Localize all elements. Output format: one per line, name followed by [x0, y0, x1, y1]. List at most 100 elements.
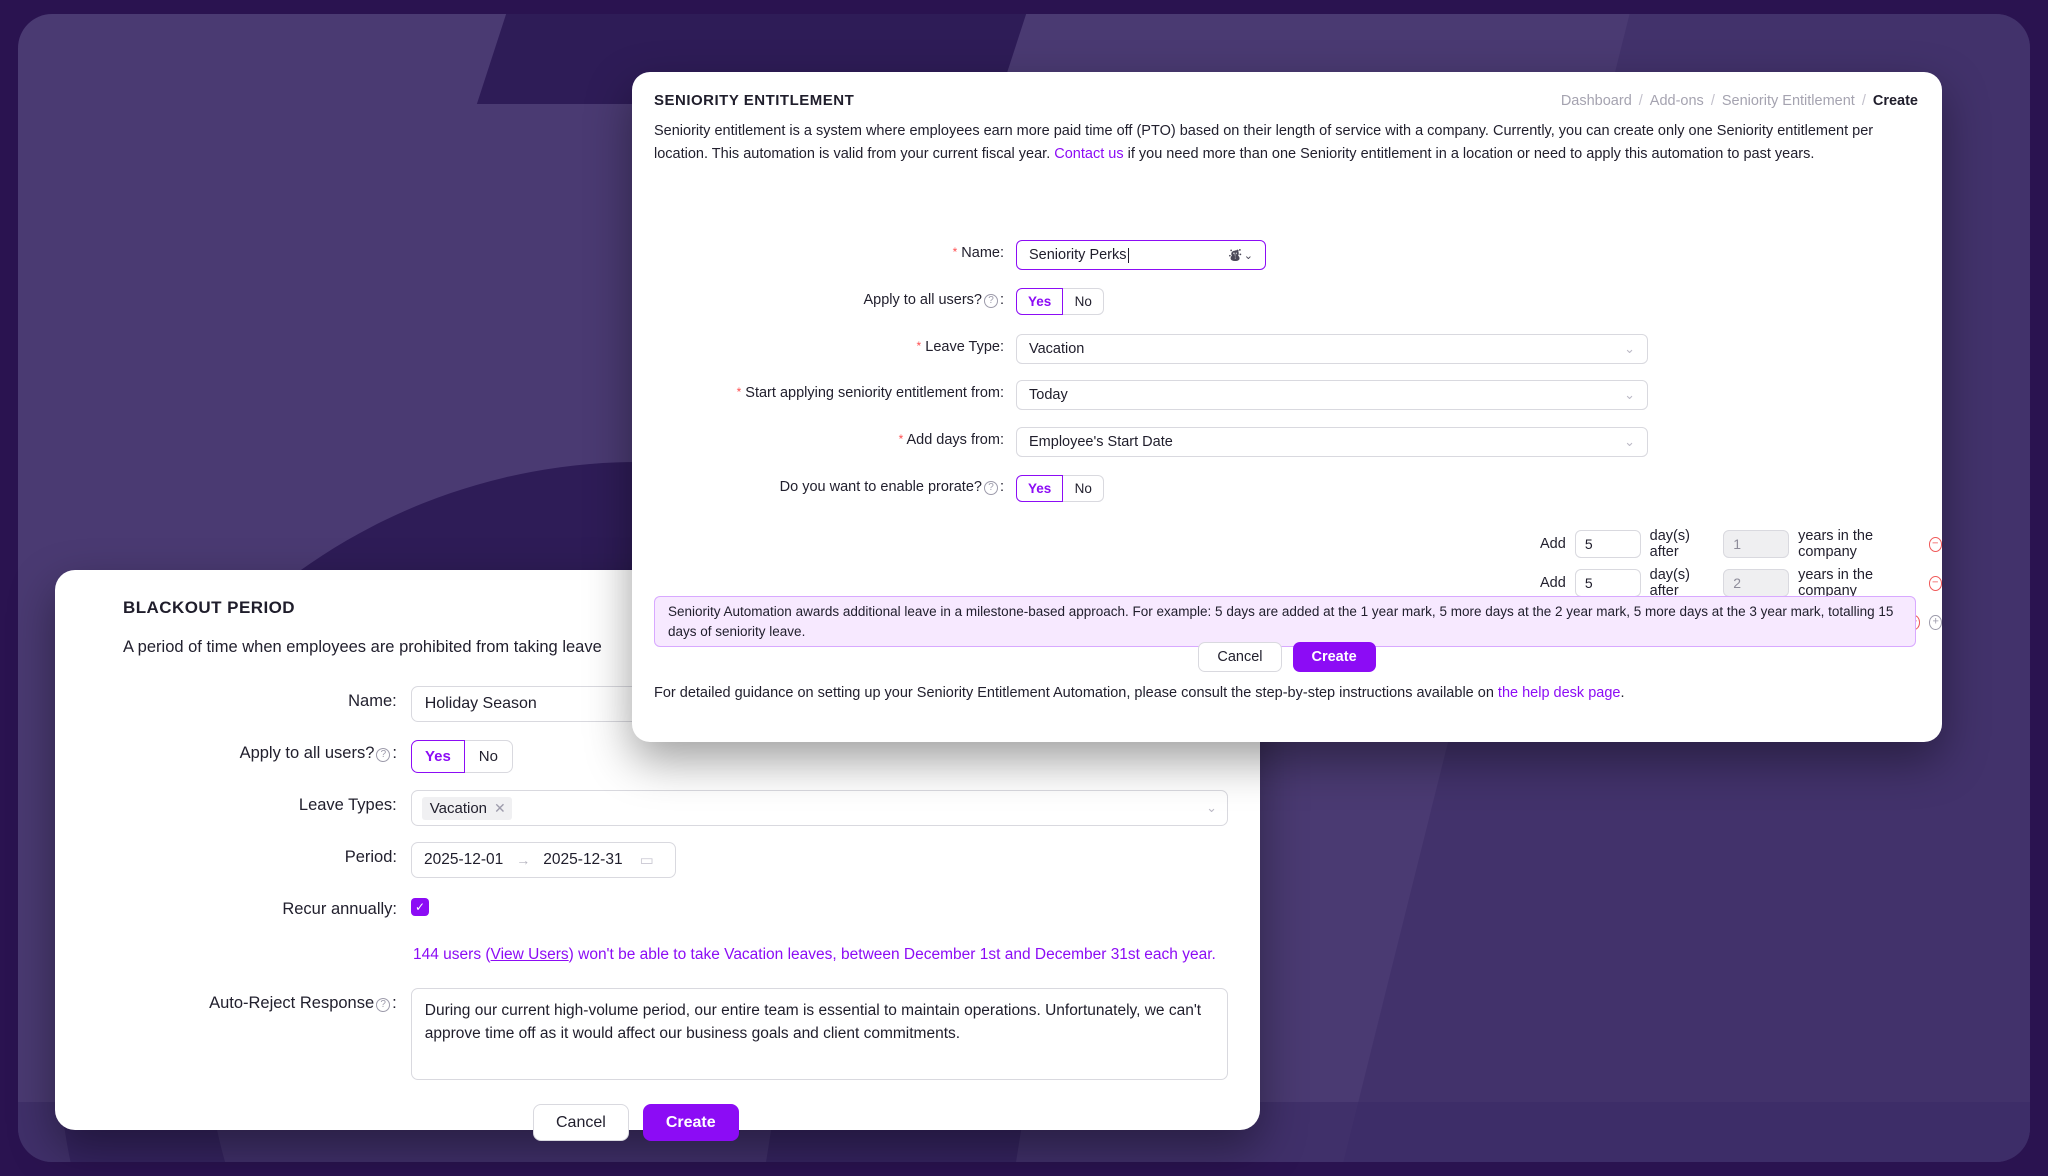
blackout-period-colon: : [392, 848, 397, 866]
blackout-period-label: Period [344, 848, 393, 866]
blackout-apply-all-row: Apply to all users??: Yes No [123, 738, 1228, 773]
seniority-start-from-select[interactable]: Today ⌄ [1016, 380, 1648, 410]
required-asterisk: * [952, 245, 958, 259]
blackout-recur-row: Recur annually: ✓ [123, 894, 1228, 919]
seniority-start-from-label: Start applying seniority entitlement fro… [745, 385, 1000, 401]
seniority-apply-all-yes[interactable]: Yes [1016, 288, 1064, 315]
auto-reject-response-textarea[interactable]: During our current high-volume period, o… [410, 988, 1228, 1080]
seniority-name-row: * Name: Seniority Perks ⛇ ⌄ [654, 240, 1916, 270]
seniority-card-title: SENIORITY ENTITLEMENT [654, 92, 855, 109]
close-icon[interactable]: ✕ [494, 800, 506, 817]
blackout-period-daterange[interactable]: 2025-12-01 → 2025-12-31 ▭ [411, 842, 676, 878]
seniority-name-value: Seniority Perks [1029, 247, 1127, 263]
seniority-leave-type-select[interactable]: Vacation ⌄ [1016, 334, 1648, 364]
breadcrumb-separator: / [1710, 93, 1715, 109]
seniority-leave-type-colon: : [999, 339, 1004, 355]
seniority-footer-part2: . [1620, 685, 1625, 701]
breadcrumb-seniority-entitlement[interactable]: Seniority Entitlement [1722, 93, 1855, 109]
breadcrumb-add-ons[interactable]: Add-ons [1650, 93, 1704, 109]
blackout-cancel-button[interactable]: Cancel [533, 1104, 629, 1141]
seniority-create-button[interactable]: Create [1292, 642, 1376, 672]
user-circle-icon[interactable]: ⛇ ⌄ [1229, 246, 1253, 265]
blackout-name-label: Name [348, 692, 393, 710]
chevron-down-icon[interactable]: ⌄ [1624, 434, 1635, 450]
seniority-add-days-from-value: Employee's Start Date [1029, 434, 1173, 450]
contact-us-link[interactable]: Contact us [1054, 146, 1123, 162]
recur-annually-checkbox[interactable]: ✓ [411, 898, 429, 916]
required-asterisk: * [916, 339, 922, 353]
milestone-days-input[interactable]: 5 [1574, 530, 1641, 558]
seniority-apply-all-no[interactable]: No [1063, 288, 1105, 315]
required-asterisk: * [736, 385, 742, 399]
seniority-footer-part1: For detailed guidance on setting up your… [654, 685, 1498, 701]
blackout-auto-reject-row: Auto-Reject Response?: During our curren… [123, 988, 1228, 1080]
seniority-leave-type-label: Leave Type [925, 339, 1000, 355]
notice-paren-close: ) [568, 946, 579, 963]
blackout-leave-types-row: Leave Types: Vacation ✕ ⌄ [123, 790, 1228, 826]
seniority-start-from-row: * Start applying seniority entitlement f… [654, 380, 1916, 410]
milestone-years-input: 1 [1723, 530, 1790, 558]
minus-circle-icon[interactable]: − [1928, 575, 1942, 591]
seniority-apply-all-row: Apply to all users??: Yes No [654, 287, 1916, 315]
blackout-apply-all-no[interactable]: No [464, 740, 513, 773]
seniority-prorate-toggle[interactable]: Yes No [1016, 474, 1105, 502]
calendar-icon[interactable]: ▭ [640, 851, 654, 869]
breadcrumb-dashboard[interactable]: Dashboard [1561, 93, 1632, 109]
blackout-apply-all-toggle[interactable]: Yes No [411, 738, 513, 773]
leave-type-tag-label: Vacation [429, 799, 488, 817]
milestone-middle: day(s) after [1649, 528, 1690, 560]
seniority-add-days-from-label: Add days from [906, 432, 1000, 448]
seniority-start-from-value: Today [1029, 387, 1068, 403]
seniority-apply-all-label: Apply to all users? [863, 292, 982, 308]
period-end-date[interactable]: 2025-12-31 [543, 851, 622, 869]
seniority-prorate-yes[interactable]: Yes [1016, 475, 1064, 502]
blackout-create-button[interactable]: Create [642, 1104, 739, 1141]
seniority-add-days-from-colon: : [999, 432, 1004, 448]
leave-type-tag: Vacation ✕ [421, 796, 512, 820]
blackout-card-description: A period of time when employees are proh… [123, 638, 602, 656]
blackout-card-title: BLACKOUT PERIOD [123, 598, 296, 617]
question-circle-icon: ? [983, 481, 998, 495]
blackout-apply-all-colon: : [392, 744, 397, 762]
seniority-entitlement-card: SENIORITY ENTITLEMENT Dashboard / Add-on… [632, 72, 1942, 742]
blackout-recur-label: Recur annually [282, 900, 393, 918]
plus-circle-icon[interactable]: + [1929, 614, 1942, 630]
blackout-apply-all-yes[interactable]: Yes [411, 740, 465, 773]
milestone-suffix: years in the company [1798, 528, 1874, 560]
seniority-info-banner: Seniority Automation awards additional l… [654, 596, 1916, 648]
chevron-down-icon[interactable]: ⌄ [1624, 387, 1635, 403]
arrow-right-icon: → [516, 852, 531, 868]
question-circle-icon: ? [983, 294, 998, 308]
milestone-row: Add 5 day(s) after 2 years in the compan… [1540, 567, 1942, 599]
seniority-prorate-no[interactable]: No [1063, 475, 1105, 502]
seniority-add-days-from-select[interactable]: Employee's Start Date ⌄ [1016, 427, 1648, 457]
seniority-actions: Cancel Create [632, 642, 1942, 672]
notice-text: won't be able to take Vacation leaves, b… [578, 946, 1216, 963]
blackout-leave-types-select[interactable]: Vacation ✕ ⌄ [410, 790, 1228, 826]
notice-paren-open: ( [481, 946, 491, 963]
blackout-recur-colon: : [392, 900, 397, 918]
seniority-name-input[interactable]: Seniority Perks ⛇ ⌄ [1016, 240, 1266, 270]
question-circle-icon: ? [376, 748, 391, 762]
blackout-leave-types-label: Leave Types [298, 796, 393, 814]
seniority-apply-all-colon: : [999, 292, 1004, 308]
seniority-description-part2: if you need more than one Seniority enti… [1123, 146, 1815, 163]
breadcrumb-separator: / [1638, 93, 1643, 109]
blackout-leave-types-colon: : [392, 796, 397, 814]
period-start-date[interactable]: 2025-12-01 [424, 851, 503, 869]
milestone-days-input[interactable]: 5 [1574, 569, 1641, 597]
seniority-description: Seniority entitlement is a system where … [654, 120, 1916, 167]
seniority-apply-all-toggle[interactable]: Yes No [1016, 287, 1105, 315]
help-desk-page-link[interactable]: the help desk page [1498, 685, 1621, 701]
breadcrumb-current: Create [1872, 93, 1918, 109]
view-users-link[interactable]: View Users [491, 946, 569, 963]
breadcrumb: Dashboard / Add-ons / Seniority Entitlem… [1561, 93, 1918, 109]
minus-circle-icon[interactable]: − [1928, 536, 1942, 552]
milestone-row: Add 5 day(s) after 1 years in the compan… [1540, 528, 1942, 560]
chevron-down-icon[interactable]: ⌄ [1206, 800, 1217, 816]
seniority-leave-type-row: * Leave Type: Vacation ⌄ [654, 334, 1916, 364]
seniority-cancel-button[interactable]: Cancel [1198, 642, 1282, 672]
chevron-down-icon[interactable]: ⌄ [1624, 341, 1635, 357]
blackout-users-notice: 144 users (View Users) won't be able to … [413, 946, 1216, 964]
blackout-auto-reject-colon: : [392, 994, 397, 1012]
